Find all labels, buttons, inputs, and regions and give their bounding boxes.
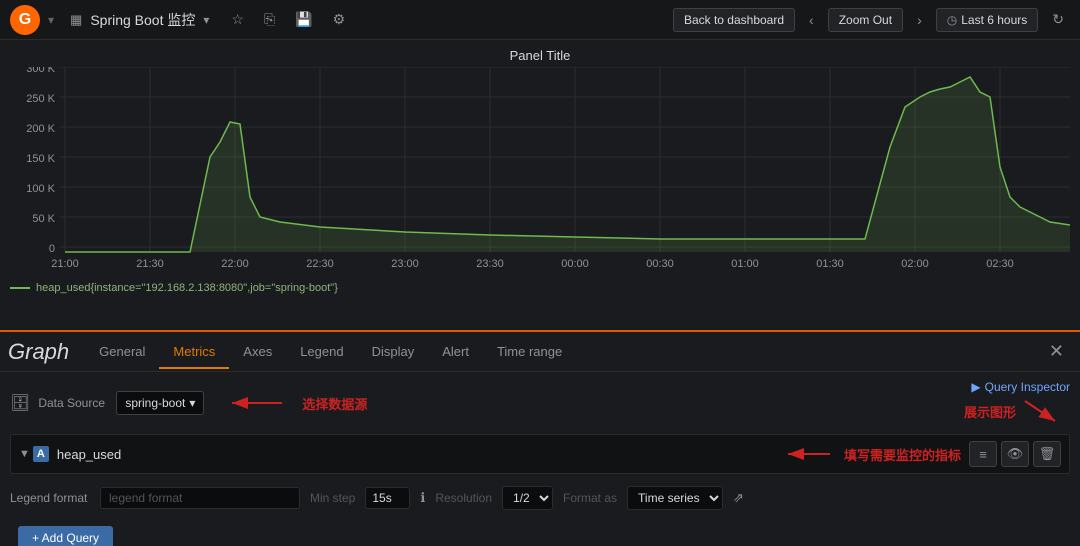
query-delete-button[interactable]: 🗑	[1033, 441, 1061, 467]
svg-text:100 K: 100 K	[26, 183, 55, 195]
dashboard-title-btn[interactable]: ▦ Spring Boot 监控 ▾	[62, 6, 217, 34]
refresh-button[interactable]: ↻	[1046, 7, 1070, 32]
next-time-button[interactable]: ›	[911, 8, 928, 32]
collapse-icon: ▼	[19, 448, 30, 460]
query-format-button[interactable]: ≡	[969, 441, 997, 467]
share-button[interactable]: ⎘	[258, 7, 281, 32]
settings-button[interactable]: ⚙	[327, 7, 352, 32]
svg-text:01:00: 01:00	[731, 258, 759, 270]
add-query-row: + Add Query	[10, 522, 1070, 546]
datasource-value: spring-boot	[125, 396, 185, 410]
svg-text:21:30: 21:30	[136, 258, 164, 270]
tabs-row: Graph General Metrics Axes Legend Displa…	[0, 332, 1080, 372]
legend-text: heap_used{instance="192.168.2.138:8080",…	[36, 282, 338, 294]
time-range-button[interactable]: ◷ Last 6 hours	[936, 8, 1039, 32]
tab-alert[interactable]: Alert	[428, 336, 483, 369]
resolution-label: Resolution	[435, 491, 492, 505]
datasource-label: Data Source	[38, 396, 108, 410]
svg-text:00:00: 00:00	[561, 258, 589, 270]
tab-general[interactable]: General	[85, 336, 159, 369]
svg-text:250 K: 250 K	[26, 93, 55, 105]
query-actions: ≡ 👁 🗑	[969, 441, 1061, 467]
svg-text:300 K: 300 K	[26, 67, 55, 75]
tab-legend[interactable]: Legend	[286, 336, 357, 369]
grafana-logo[interactable]: G	[10, 5, 40, 35]
svg-text:01:30: 01:30	[816, 258, 844, 270]
annotation-query-text: 填写需要监控的指标	[844, 445, 961, 464]
query-visibility-button[interactable]: 👁	[1001, 441, 1029, 467]
star-button[interactable]: ☆	[225, 7, 250, 32]
query-inspector-label: Query Inspector	[985, 380, 1070, 394]
metrics-content: 🗄 Data Source spring-boot ▾ 选择数据源	[0, 372, 1080, 546]
chart-area: Panel Title 300 K 250 K 200 K 150 K 100 …	[0, 40, 1080, 330]
tab-axes[interactable]: Axes	[229, 336, 286, 369]
chart-container: 300 K 250 K 200 K 150 K 100 K 50 K 0 21:…	[10, 67, 1070, 297]
datasource-select[interactable]: spring-boot ▾	[116, 391, 204, 415]
query-inspector-button[interactable]: ▶ Query Inspector 展示图形	[964, 380, 1070, 426]
link-icon[interactable]: ⇗	[733, 490, 744, 506]
clock-icon: ◷	[947, 13, 957, 27]
graph-label: Graph	[8, 339, 69, 365]
min-step-label: Min step	[310, 491, 355, 505]
annotation-datasource-text: 选择数据源	[302, 394, 367, 413]
database-icon: 🗄	[10, 393, 30, 413]
svg-text:23:00: 23:00	[391, 258, 419, 270]
legend-color-line	[10, 287, 30, 289]
annotation-graph-text: 展示图形	[964, 402, 1016, 421]
datasource-row: 🗄 Data Source spring-boot ▾ 选择数据源	[10, 380, 1070, 426]
add-query-button[interactable]: + Add Query	[18, 526, 113, 546]
dashboard-grid-icon: ▦	[70, 12, 82, 28]
topbar-dropdown-arrow[interactable]: ▾	[48, 13, 54, 27]
legend-format-row: Legend format Min step ℹ Resolution 1/2 …	[10, 482, 1070, 514]
format-as-select[interactable]: Time series Table	[627, 486, 723, 510]
min-step-input[interactable]	[365, 487, 410, 509]
svg-text:50 K: 50 K	[32, 213, 55, 225]
svg-text:22:00: 22:00	[221, 258, 249, 270]
editor-panel: Graph General Metrics Axes Legend Displa…	[0, 330, 1080, 546]
arrow-query	[780, 442, 840, 466]
svg-text:23:30: 23:30	[476, 258, 504, 270]
dashboard-title: Spring Boot 监控	[90, 10, 195, 30]
topbar-right: Back to dashboard ‹ Zoom Out › ◷ Last 6 …	[673, 7, 1070, 32]
format-as-label: Format as	[563, 491, 617, 505]
tab-display[interactable]: Display	[358, 336, 429, 369]
query-letter: A	[33, 446, 49, 462]
query-row: ▼ A 填写需要监控的指标 ≡ 👁 🗑	[10, 434, 1070, 474]
info-icon: ℹ	[420, 490, 425, 506]
zoom-out-button[interactable]: Zoom Out	[828, 8, 903, 32]
prev-time-button[interactable]: ‹	[803, 8, 820, 32]
close-editor-button[interactable]: ✕	[1041, 337, 1072, 366]
back-to-dashboard-button[interactable]: Back to dashboard	[673, 8, 795, 32]
arrow-datasource	[222, 383, 302, 423]
svg-text:21:00: 21:00	[51, 258, 79, 270]
query-input[interactable]	[57, 447, 772, 462]
svg-text:02:30: 02:30	[986, 258, 1014, 270]
tab-metrics[interactable]: Metrics	[159, 336, 229, 369]
datasource-dropdown-icon: ▾	[189, 396, 195, 410]
chart-svg: 300 K 250 K 200 K 150 K 100 K 50 K 0 21:…	[10, 67, 1070, 277]
chart-title: Panel Title	[10, 48, 1070, 63]
dashboard-dropdown-icon: ▾	[203, 13, 209, 27]
svg-text:200 K: 200 K	[26, 123, 55, 135]
chart-legend: heap_used{instance="192.168.2.138:8080",…	[10, 282, 1070, 294]
resolution-select[interactable]: 1/2 1/3 1/1	[502, 486, 553, 510]
arrow-graph	[1020, 396, 1070, 426]
save-button[interactable]: 💾	[289, 7, 318, 32]
svg-text:02:00: 02:00	[901, 258, 929, 270]
legend-format-label: Legend format	[10, 491, 90, 505]
svg-text:0: 0	[49, 243, 55, 255]
svg-text:150 K: 150 K	[26, 153, 55, 165]
topbar: G ▾ ▦ Spring Boot 监控 ▾ ☆ ⎘ 💾 ⚙ Back to d…	[0, 0, 1080, 40]
svg-text:00:30: 00:30	[646, 258, 674, 270]
query-inspector-icon: ▶	[971, 380, 980, 394]
tab-time-range[interactable]: Time range	[483, 336, 576, 369]
query-collapse-button[interactable]: ▼ A	[19, 446, 49, 462]
legend-format-input[interactable]	[100, 487, 300, 509]
svg-text:22:30: 22:30	[306, 258, 334, 270]
